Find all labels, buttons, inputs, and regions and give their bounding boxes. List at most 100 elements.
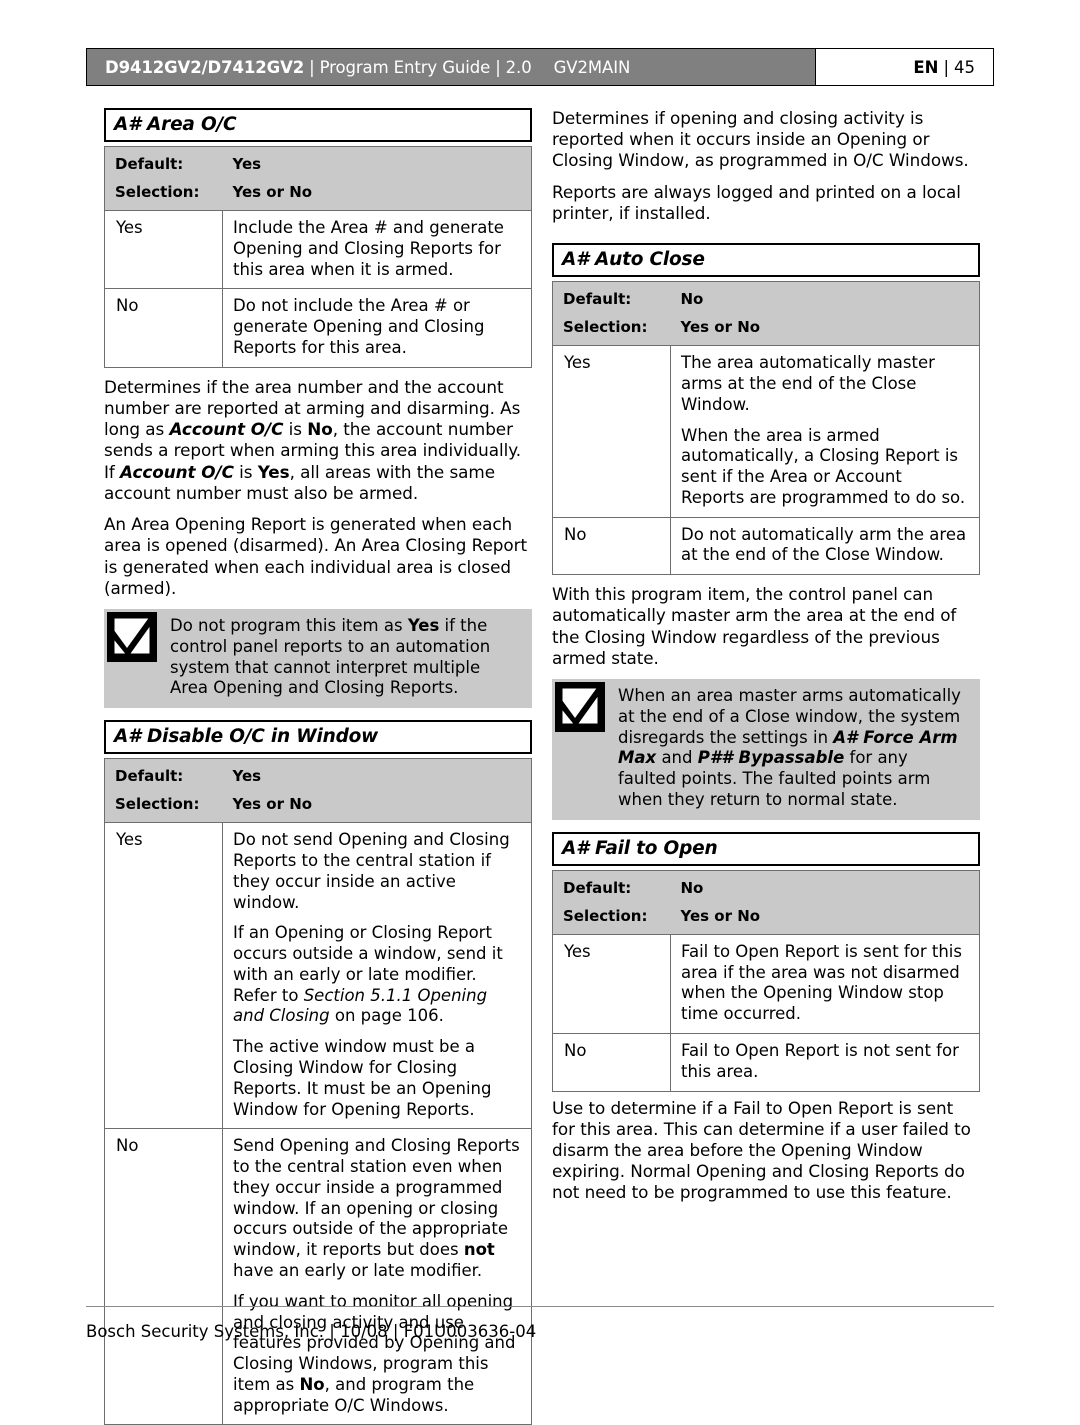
text-run-emphasis: Account O/C <box>169 419 284 440</box>
notice-text-auto-close: When an area master arms automatically a… <box>608 679 980 820</box>
option-description: The area automatically master arms at th… <box>670 345 980 518</box>
area-oc-selection-value: Yes or No <box>222 178 532 211</box>
option-paragraph: When the area is armed automatically, a … <box>681 425 966 507</box>
area-oc-selection-row: Selection: Yes or No <box>104 178 532 211</box>
header-guide: Program Entry Guide <box>319 57 491 77</box>
option-key: Yes <box>104 822 223 1129</box>
auto-close-default-row: Default: No <box>552 281 980 314</box>
option-key: No <box>552 1032 671 1092</box>
notice-box-auto-close: When an area master arms automatically a… <box>552 679 980 820</box>
table-row: No Fail to Open Report is not sent for t… <box>552 1032 980 1092</box>
text-run-bold: not <box>463 1240 495 1260</box>
table-row: Yes The area automatically master arms a… <box>552 345 980 518</box>
header-module: GV2MAIN <box>553 57 631 77</box>
table-row: No Do not include the Area # or generate… <box>104 288 532 368</box>
option-key: No <box>104 288 223 368</box>
header-separator-1: | <box>309 57 315 77</box>
text-run-bold: Yes <box>257 461 290 482</box>
text-run-bold: No <box>307 419 333 440</box>
option-paragraph: Send Opening and Closing Reports to the … <box>233 1136 521 1281</box>
auto-close-default-value: No <box>670 281 980 314</box>
header-model: D9412GV2/D7412GV2 <box>105 57 305 77</box>
area-oc-paragraph-1: Determines if the area number and the ac… <box>104 377 532 504</box>
option-description: Do not send Opening and Closing Reports … <box>222 822 532 1129</box>
option-description: Fail to Open Report is not sent for this… <box>670 1032 980 1092</box>
notice-text-area-oc: Do not program this item as Yes if the c… <box>160 609 532 708</box>
text-run: have an early or late modifier. <box>233 1261 483 1280</box>
option-paragraph: The area automatically master arms at th… <box>681 353 935 414</box>
selection-label: Selection: <box>552 313 671 346</box>
fail-to-open-default-row: Default: No <box>552 870 980 902</box>
header-version: 2.0 <box>505 57 532 77</box>
option-description: Fail to Open Report is sent for this are… <box>670 933 980 1034</box>
fail-to-open-paragraph: Use to determine if a Fail to Open Repor… <box>552 1097 971 1203</box>
notice-checkmark-icon <box>104 609 160 708</box>
option-paragraph: Do not send Opening and Closing Reports … <box>233 830 510 912</box>
section-title-fail-to-open: A# Fail to Open <box>552 831 980 866</box>
text-run: Do not program this item as <box>170 616 408 636</box>
table-row: Yes Do not send Opening and Closing Repo… <box>104 822 532 1129</box>
area-oc-paragraph-2: An Area Opening Report is generated when… <box>104 514 527 598</box>
footer-text: Bosch Security Systems, Inc. | 10/08 | F… <box>86 1322 537 1341</box>
auto-close-paragraph: With this program item, the control pane… <box>552 584 957 668</box>
selection-label: Selection: <box>552 901 671 935</box>
disable-oc-selection-row: Selection: Yes or No <box>104 790 532 823</box>
footer-divider <box>86 1306 994 1307</box>
disable-oc-default-row: Default: Yes <box>104 758 532 791</box>
area-oc-default-value: Yes <box>222 146 532 178</box>
option-description: Include the Area # and generate Opening … <box>222 209 532 289</box>
auto-close-selection-value: Yes or No <box>670 313 980 346</box>
disable-oc-default-value: Yes <box>222 758 532 791</box>
table-row: Yes Include the Area # and generate Open… <box>104 209 532 289</box>
page-header: D9412GV2/D7412GV2 | Program Entry Guide … <box>86 48 994 86</box>
area-oc-default-row: Default: Yes <box>104 146 532 178</box>
selection-label: Selection: <box>104 790 223 823</box>
auto-close-selection-row: Selection: Yes or No <box>552 313 980 346</box>
table-fail-to-open: Default: No Selection: Yes or No Yes Fai… <box>552 869 980 1092</box>
fail-to-open-selection-row: Selection: Yes or No <box>552 901 980 935</box>
option-key: Yes <box>552 345 671 518</box>
notice-checkmark-icon <box>552 679 608 820</box>
option-paragraph: If you want to monitor all opening and c… <box>233 1292 521 1417</box>
default-label: Default: <box>552 281 671 314</box>
table-auto-close: Default: No Selection: Yes or No Yes The… <box>552 281 980 576</box>
option-description: Do not include the Area # or generate Op… <box>222 288 532 368</box>
fail-to-open-default-value: No <box>670 870 980 902</box>
header-page-indicator: EN | 45 <box>815 49 993 85</box>
header-separator-2: | <box>495 57 501 77</box>
header-language: EN <box>913 57 939 77</box>
option-paragraph: The active window must be a Closing Wind… <box>233 1037 492 1119</box>
text-run-bold: Yes <box>407 616 440 636</box>
text-run-emphasis: P## Bypassable <box>697 748 845 768</box>
section-title-area-oc: A# Area O/C <box>104 108 532 142</box>
fail-to-open-selection-value: Yes or No <box>670 901 980 935</box>
text-run-emphasis: Account O/C <box>120 461 234 482</box>
table-row: No Do not automatically arm the area at … <box>552 516 980 575</box>
section-title-auto-close: A# Auto Close <box>552 243 980 278</box>
option-key: Yes <box>104 209 223 289</box>
option-description: Do not automatically arm the area at the… <box>670 516 980 575</box>
selection-label: Selection: <box>104 178 223 211</box>
default-label: Default: <box>104 146 223 178</box>
option-description: Send Opening and Closing Reports to the … <box>222 1128 532 1425</box>
section-title-disable-oc: A# Disable O/C in Window <box>104 720 532 755</box>
header-separator-3: | <box>943 57 949 77</box>
auto-close-intro-2: Reports are always logged and printed on… <box>552 181 961 223</box>
table-row: No Send Opening and Closing Reports to t… <box>104 1128 532 1425</box>
text-run: is <box>283 419 308 440</box>
notice-box-area-oc: Do not program this item as Yes if the c… <box>104 609 532 709</box>
right-column: Determines if opening and closing activi… <box>552 108 980 1214</box>
text-run: and <box>656 748 698 768</box>
default-label: Default: <box>552 870 671 902</box>
disable-oc-selection-value: Yes or No <box>222 790 532 823</box>
header-page-number: 45 <box>954 57 975 77</box>
table-area-oc: Default: Yes Selection: Yes or No Yes In… <box>104 146 532 368</box>
table-row: Yes Fail to Open Report is sent for this… <box>552 933 980 1034</box>
text-run: is <box>233 461 258 482</box>
left-column: A# Area O/C Default: Yes Selection: Yes … <box>104 108 532 1425</box>
header-title-bar: D9412GV2/D7412GV2 | Program Entry Guide … <box>87 49 815 85</box>
auto-close-intro-1: Determines if opening and closing activi… <box>552 108 969 171</box>
